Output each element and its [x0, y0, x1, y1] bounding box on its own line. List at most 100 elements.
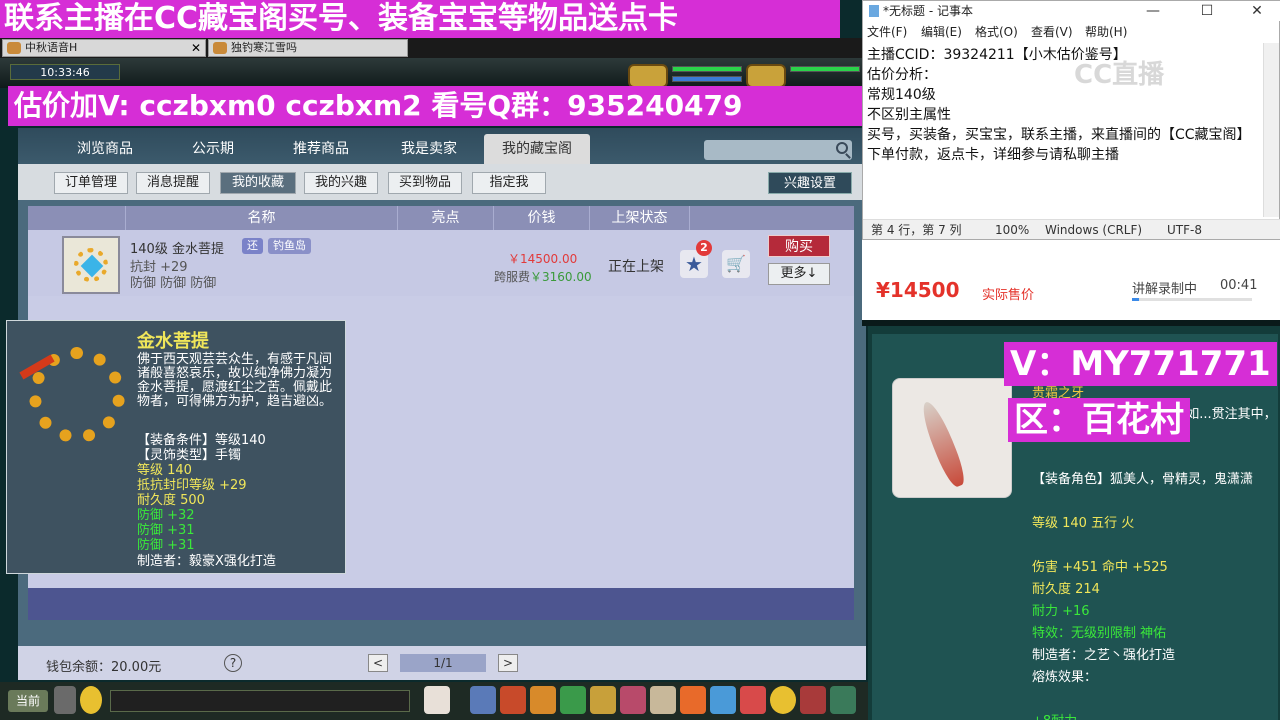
weapon-forge: 熔炼效果：: [1032, 670, 1098, 685]
face-icon[interactable]: [770, 686, 796, 714]
buy-button[interactable]: 购买: [768, 235, 830, 257]
game-tab-bar: 中秋语音H ✕ 独钓寒江雪吗: [0, 38, 868, 58]
notepad-statusbar: 第 4 行，第 7 列 100% Windows (CRLF) UTF-8: [863, 219, 1280, 239]
col-status: 上架状态: [590, 206, 690, 230]
prayer-beads-icon: [19, 335, 137, 453]
emoji-icon[interactable]: [80, 686, 102, 714]
shop-search-input[interactable]: [704, 140, 852, 160]
table-row[interactable]: 140级 金水菩提 还 钓鱼岛 抗封 +29 防御 防御 防御 ￥14500.0…: [28, 230, 854, 296]
book-icon[interactable]: [650, 686, 676, 714]
sub-orders[interactable]: 订单管理: [54, 172, 128, 194]
gift-icon[interactable]: [620, 686, 646, 714]
game-action-bar: 当前: [0, 682, 868, 720]
search-icon[interactable]: [836, 142, 848, 154]
sword-icon[interactable]: [470, 686, 496, 714]
wallet-balance: 钱包余额：20.00元: [46, 660, 162, 675]
shop-footer: 钱包余额：20.00元 ? < 1/1 >: [18, 646, 866, 680]
weapon-stamina: 耐力 +16: [1032, 604, 1090, 619]
item-price: ￥14500.00: [508, 252, 578, 266]
sub-favorites[interactable]: 我的收藏: [220, 172, 296, 194]
shop-icon[interactable]: [740, 686, 766, 714]
page-indicator: 1/1: [400, 654, 486, 672]
weapon-level: 等级 140 五行 火: [1032, 516, 1135, 531]
col-highlight: 亮点: [398, 206, 494, 230]
more-button[interactable]: 更多↓: [768, 263, 830, 285]
tab-recommend[interactable]: 推荐商品: [268, 134, 374, 164]
menu-help[interactable]: 帮助(H): [1085, 21, 1127, 43]
microphone-icon[interactable]: [54, 686, 76, 714]
pet-portrait[interactable]: [746, 64, 786, 88]
pet-hp-bar: [790, 66, 860, 72]
bracelet-icon[interactable]: [62, 236, 120, 294]
recording-progress: [1132, 298, 1252, 301]
next-page-button[interactable]: >: [498, 654, 518, 672]
recording-status: 讲解录制中: [1132, 282, 1198, 297]
bag-icon[interactable]: [530, 686, 556, 714]
item-tooltip: 金水菩提 佛于西天观芸芸众生，有感于凡间诸般喜怒哀乐，故以纯净佛力凝为金水菩提，…: [6, 320, 346, 574]
help-icon[interactable]: ?: [224, 654, 242, 672]
map-icon[interactable]: [710, 686, 736, 714]
list-footer-strip: [28, 588, 854, 620]
player-portrait[interactable]: [628, 64, 668, 88]
weapon-durability: 耐久度 214: [1032, 582, 1100, 597]
favorite-count-badge: 2: [696, 240, 712, 256]
minimize-icon[interactable]: —: [1135, 1, 1171, 21]
interest-settings-button[interactable]: 兴趣设置: [768, 172, 852, 194]
menu-format[interactable]: 格式(O): [975, 21, 1018, 43]
maximize-icon[interactable]: ☐: [1189, 1, 1225, 21]
actual-price-label: 实际售价: [982, 288, 1035, 303]
sub-messages[interactable]: 消息提醒: [136, 172, 210, 194]
notepad-scrollbar[interactable]: [1263, 43, 1279, 217]
sub-interests[interactable]: 我的兴趣: [304, 172, 378, 194]
system-icon[interactable]: [800, 686, 826, 714]
notepad-text-area[interactable]: 主播CCID：39324211【小木估价鉴号】 估价分析： 常规140级 不区别…: [867, 45, 1253, 217]
tab-public[interactable]: 公示期: [160, 134, 266, 164]
promo-banner-middle: 估价加V: cczbxm0 cczbxm2 看号Q群：935240479: [8, 86, 868, 126]
hp-bar: [672, 66, 742, 72]
tab-browse[interactable]: 浏览商品: [52, 134, 158, 164]
close-icon[interactable]: ✕: [1239, 1, 1275, 21]
chat-channel-button[interactable]: 当前: [8, 690, 48, 712]
col-price: 价钱: [494, 206, 590, 230]
cart-icon[interactable]: 🛒: [722, 250, 750, 278]
weapon-stats: 伤害 +451 命中 +525: [1032, 560, 1168, 575]
tooltip-description: 佛于西天观芸芸众生，有感于凡间诸般喜怒哀乐，故以纯净佛力凝为金水菩提，愿渡红尘之…: [137, 352, 333, 409]
notepad-titlebar: *无标题 - 记事本 — ☐ ✕: [863, 1, 1280, 21]
zoom-level: 100%: [995, 223, 1030, 237]
task-icon[interactable]: [680, 686, 706, 714]
game-window: 联系主播在CC藏宝阁买号、装备宝宝等物品送点卡 中秋语音H ✕ 独钓寒江雪吗 1…: [0, 0, 868, 720]
game-tab-2[interactable]: 独钓寒江雪吗: [208, 39, 408, 57]
tooltip-title: 金水菩提: [137, 331, 209, 352]
character-icon: [213, 42, 227, 54]
weapon-maker: 制造者：之艺丶强化打造: [1032, 648, 1176, 663]
wechat-overlay: V：MY771771: [1004, 342, 1277, 386]
sub-bought[interactable]: 买到物品: [388, 172, 462, 194]
recording-time: 00:41: [1220, 278, 1258, 293]
promo-banner-top: 联系主播在CC藏宝阁买号、装备宝宝等物品送点卡: [0, 0, 840, 38]
game-tab-1[interactable]: 中秋语音H ✕: [2, 39, 206, 57]
team-icon[interactable]: [560, 686, 586, 714]
mp-bar: [672, 76, 742, 82]
weapon-roles: 【装备角色】狐美人，骨精灵，鬼潇潇: [1032, 472, 1254, 487]
prev-page-button[interactable]: <: [368, 654, 388, 672]
menu-edit[interactable]: 编辑(E): [921, 21, 962, 43]
actual-price: ¥14500: [876, 278, 960, 302]
menu-file[interactable]: 文件(F): [867, 21, 907, 43]
sub-designated[interactable]: 指定我: [472, 172, 546, 194]
settings-icon[interactable]: [830, 686, 856, 714]
weapon-card: 贵霜之牙 ...传说是...牙所雕刻而成...如...贯注其中，具有神秘的威力。…: [872, 334, 1278, 720]
friends-icon[interactable]: [590, 686, 616, 714]
menu-view[interactable]: 查看(V): [1031, 21, 1073, 43]
chat-input[interactable]: [110, 690, 410, 712]
weapon-effect: 特效：无级别限制 神佑: [1032, 626, 1167, 641]
close-icon[interactable]: ✕: [191, 40, 201, 56]
shop-nav: 浏览商品 公示期 推荐商品 我是卖家 我的藏宝阁: [18, 128, 866, 164]
encoding: UTF-8: [1167, 223, 1202, 237]
pet-icon[interactable]: [424, 686, 450, 714]
skill-icon[interactable]: [500, 686, 526, 714]
dagger-icon: [892, 378, 1012, 498]
tab-my-treasure[interactable]: 我的藏宝阁: [484, 134, 590, 164]
listing-status: 正在上架: [608, 259, 664, 275]
cross-server-fee: 跨服费￥3160.00: [494, 270, 592, 284]
tab-seller[interactable]: 我是卖家: [376, 134, 482, 164]
